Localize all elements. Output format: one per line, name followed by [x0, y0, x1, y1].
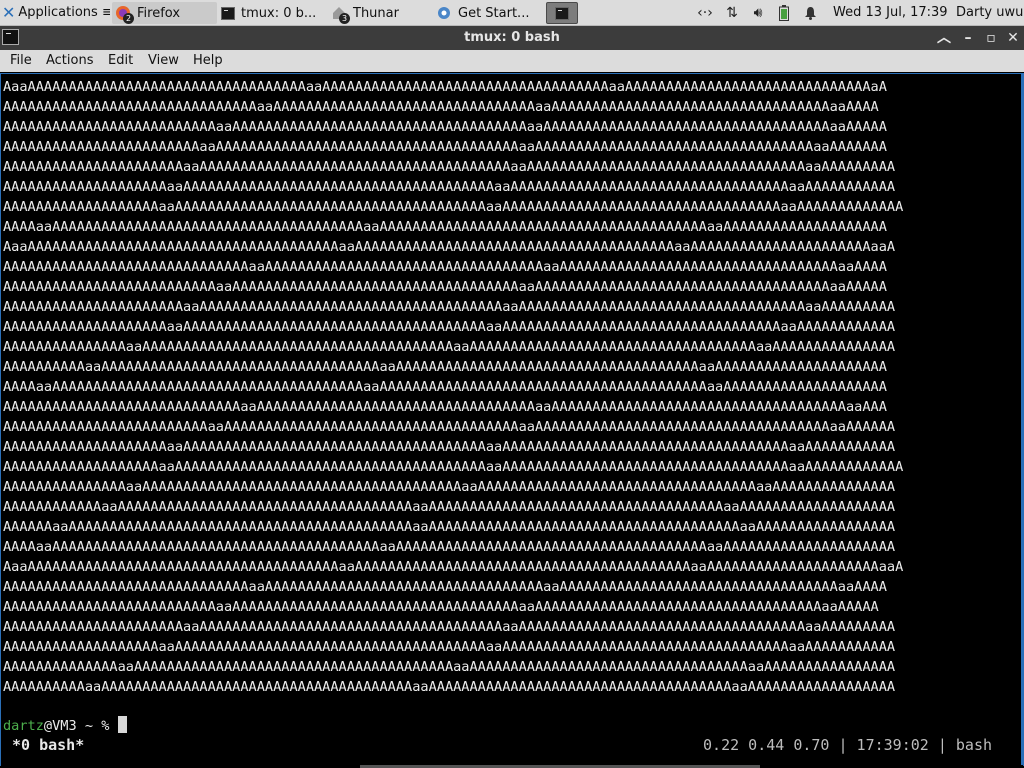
- get-started-icon: [436, 5, 452, 21]
- task-tmux-label: tmux: 0 b...: [241, 5, 317, 21]
- menubar: File Actions Edit View Help: [0, 50, 1024, 72]
- applications-label: Applications ≡: [18, 5, 110, 20]
- minimize-icon: –: [964, 30, 972, 46]
- prompt-user: dartz: [3, 718, 44, 734]
- transfer-arrows-icon[interactable]: ⇅: [721, 0, 743, 25]
- task-firefox[interactable]: 2 Firefox: [112, 2, 217, 24]
- battery-icon[interactable]: [774, 0, 794, 25]
- menu-help[interactable]: Help: [193, 53, 223, 68]
- chevron-up-icon: ︿: [937, 30, 951, 46]
- terminal-icon: [555, 6, 569, 20]
- terminal-icon: [221, 6, 235, 20]
- tmux-status-right: 0.22 0.44 0.70 | 17:39:02 | bash: [703, 736, 992, 754]
- close-button[interactable]: ✕: [1003, 28, 1023, 48]
- task-thunar-badge: 3: [339, 13, 350, 24]
- task-thunar[interactable]: 3 Thunar: [328, 2, 431, 24]
- maximize-icon: ▫: [986, 30, 996, 46]
- menu-view[interactable]: View: [148, 53, 179, 68]
- task-firefox-label: Firefox: [137, 5, 181, 21]
- task-firefox-badge: 2: [123, 13, 134, 24]
- network-icon[interactable]: ‹·›: [693, 0, 717, 25]
- task-terminal-current[interactable]: [546, 2, 578, 24]
- window-title: tmux: 0 bash: [464, 30, 560, 45]
- minimize-button[interactable]: –: [958, 28, 978, 48]
- maximize-button[interactable]: ▫: [981, 28, 1001, 48]
- close-icon: ✕: [1007, 30, 1019, 46]
- user-menu[interactable]: Darty uwu: [956, 0, 1024, 25]
- tmux-window-label[interactable]: *0 bash*: [12, 736, 84, 754]
- menu-edit[interactable]: Edit: [108, 53, 133, 68]
- menu-file[interactable]: File: [10, 53, 32, 68]
- terminal-area[interactable]: AaaAAAAAAAAAAAAAAAAAAAAAAAAAAAAAAAAAAaaA…: [0, 73, 1024, 768]
- shade-button[interactable]: ︿: [934, 28, 954, 48]
- task-get-started[interactable]: Get Start...: [433, 2, 544, 24]
- task-get-started-label: Get Start...: [458, 5, 530, 21]
- clock[interactable]: Wed 13 Jul, 17:39: [833, 0, 948, 25]
- task-tmux[interactable]: tmux: 0 b...: [218, 2, 329, 24]
- shell-prompt[interactable]: dartz@VM3 ~ %: [3, 716, 127, 736]
- task-thunar-label: Thunar: [353, 5, 399, 21]
- menu-actions[interactable]: Actions: [46, 53, 94, 68]
- tmux-status-bar: *0 bash* 0.22 0.44 0.70 | 17:39:02 | bas…: [0, 735, 1022, 756]
- xfce-logo-icon: ✕: [2, 3, 16, 22]
- prompt-host: @VM3 ~ %: [43, 718, 118, 734]
- terminal-output: AaaAAAAAAAAAAAAAAAAAAAAAAAAAAAAAAAAAAaaA…: [3, 79, 904, 695]
- firefox-icon: 2: [115, 5, 134, 24]
- volume-icon[interactable]: 🔊︎: [747, 0, 769, 25]
- folder-home-icon: 3: [331, 5, 350, 24]
- top-panel: ✕ Applications ≡ 2 Firefox tmux: 0 b... …: [0, 0, 1024, 26]
- window-titlebar[interactable]: tmux: 0 bash ︿ – ▫ ✕: [0, 26, 1024, 50]
- applications-menu[interactable]: ✕ Applications ≡: [2, 0, 110, 25]
- notification-bell-icon[interactable]: [800, 0, 820, 25]
- text-cursor: [117, 716, 127, 733]
